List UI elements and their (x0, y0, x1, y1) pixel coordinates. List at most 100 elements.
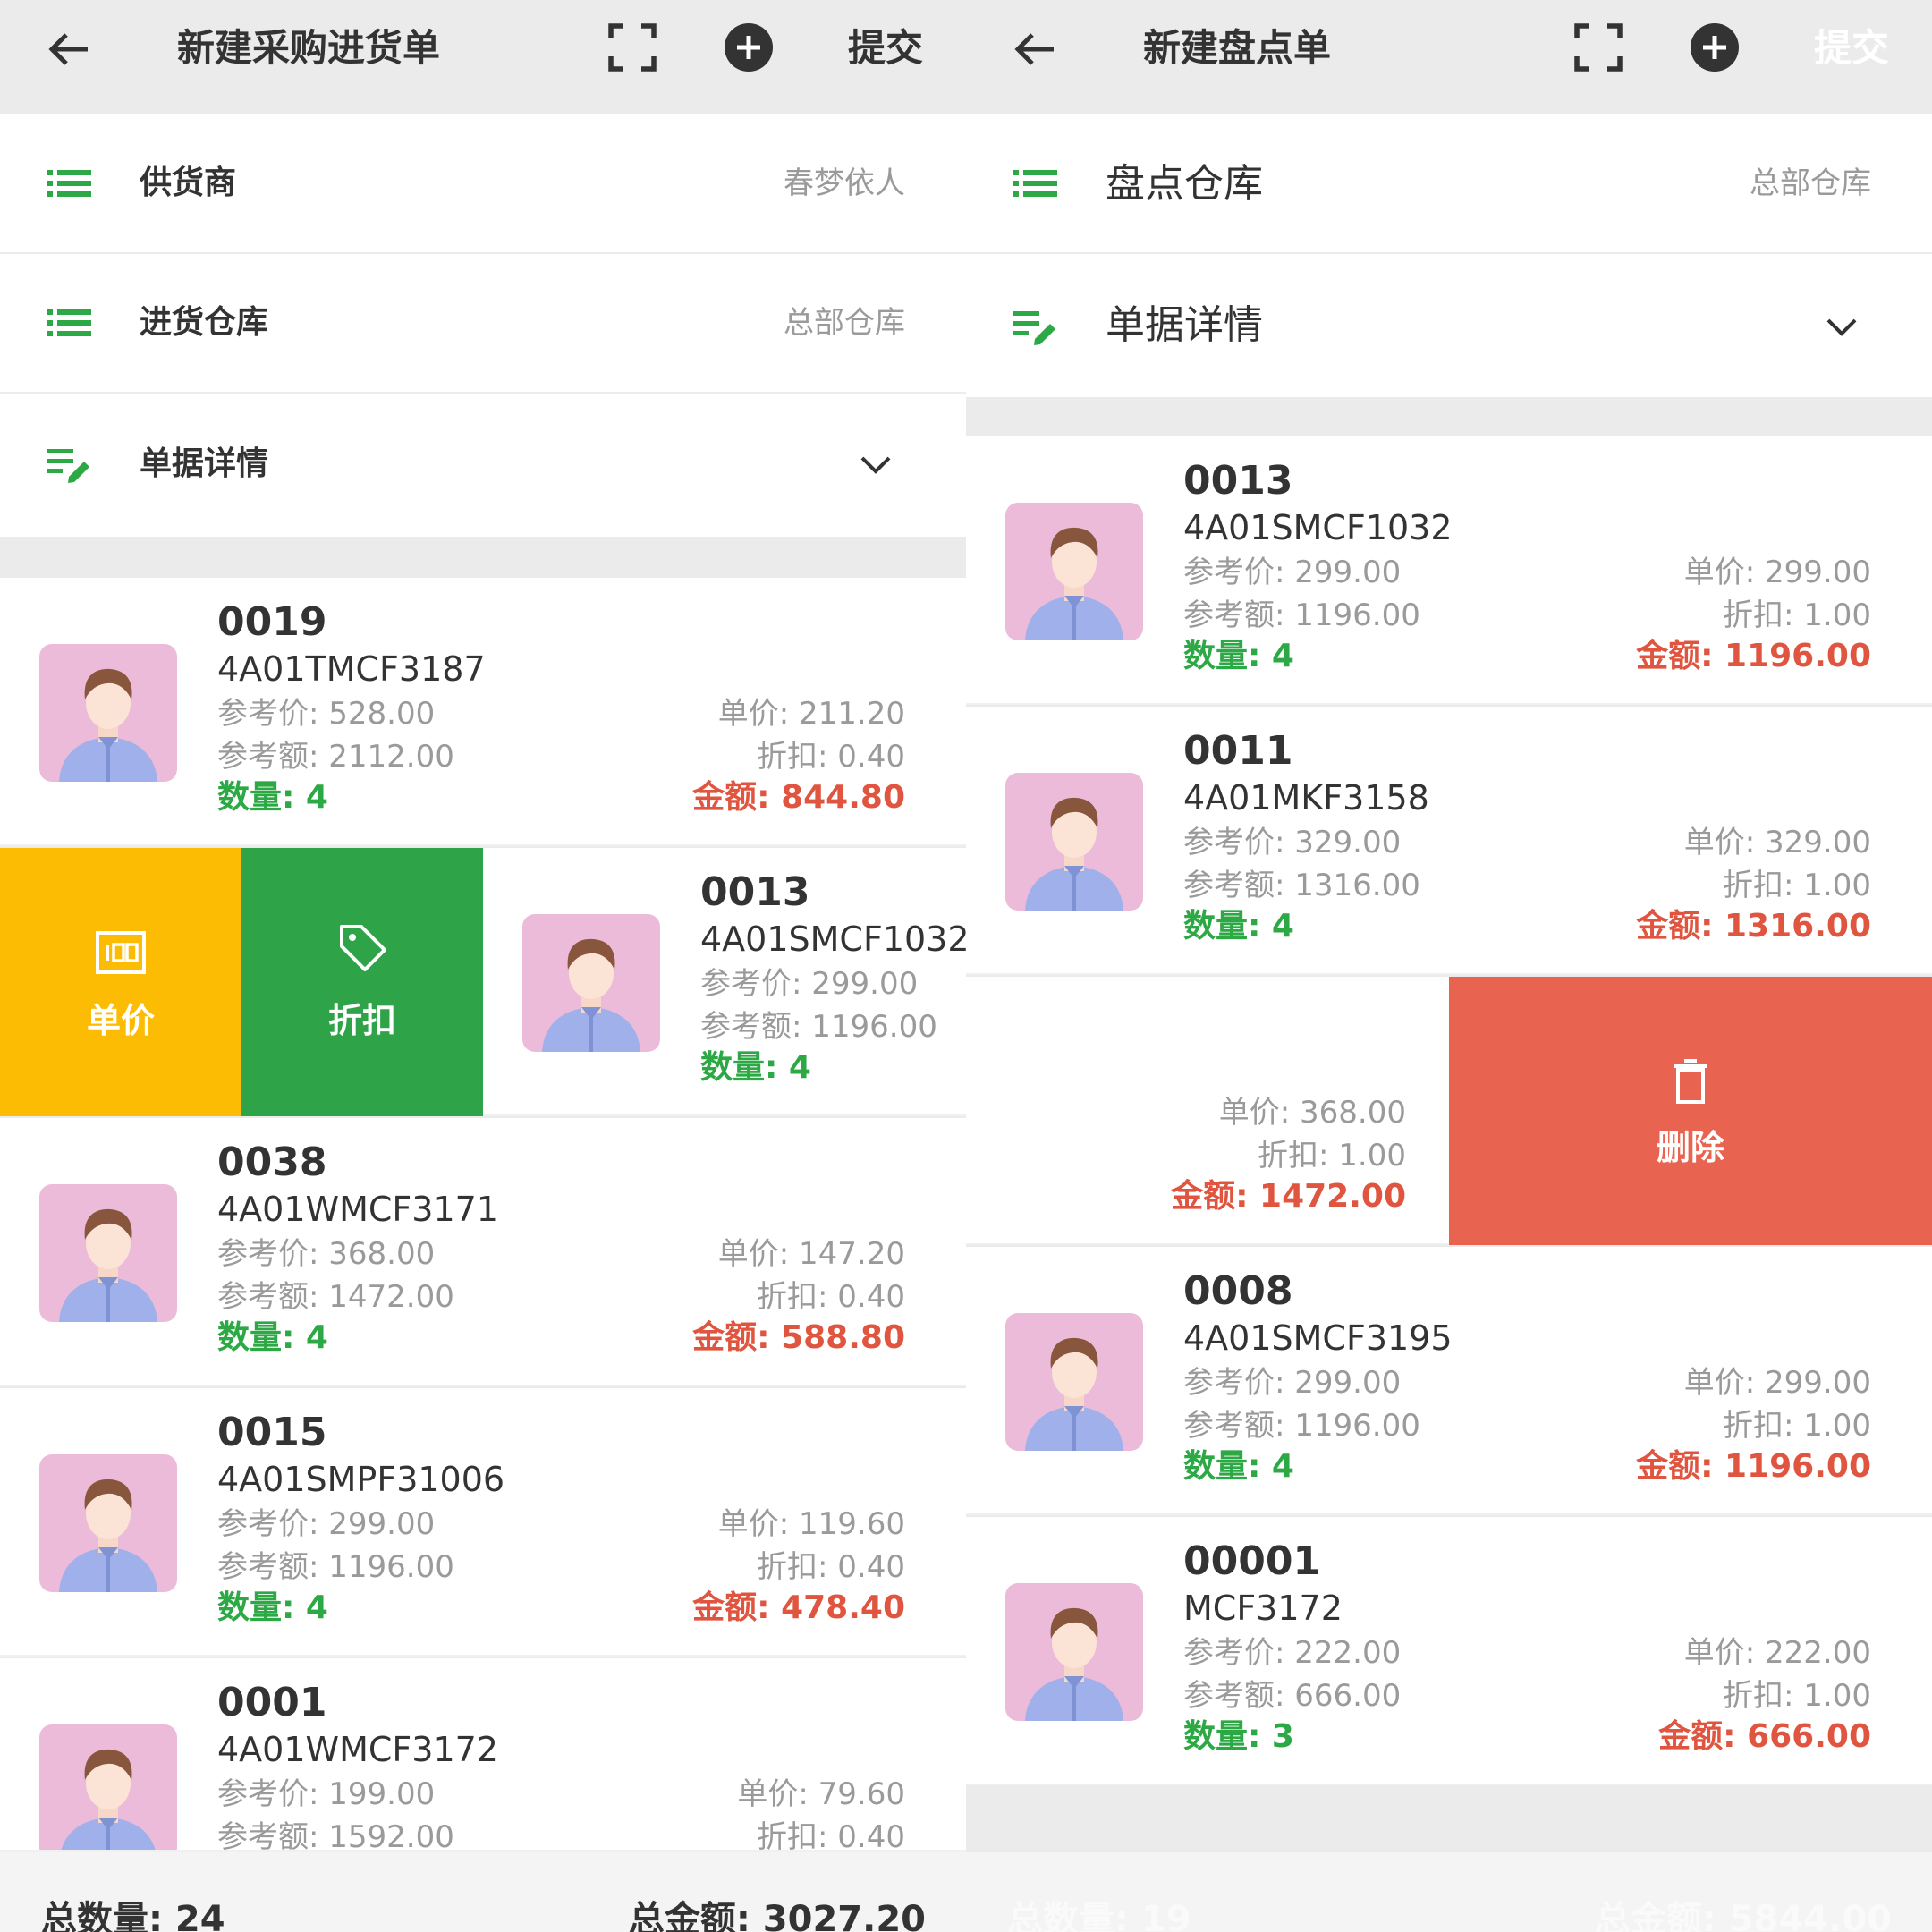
price-tag-100-icon (96, 931, 146, 974)
item-code: 0015 (217, 1410, 327, 1455)
list-item[interactable]: 0013 4A01SMCF1032 参考价: 299.00 参考额: 1196.… (966, 436, 1932, 705)
item-model: 4A01WMCF3171 (217, 1190, 498, 1229)
details-row[interactable]: 单据详情 (966, 254, 1932, 397)
list-item[interactable]: 0011 4A01MKF3158 参考价: 329.00 参考额: 1316.0… (966, 707, 1932, 975)
item-code: 0001 (217, 1680, 327, 1725)
total-amount: 总金额: 3027.20 (628, 1899, 926, 1932)
product-avatar (39, 1184, 177, 1322)
list-item[interactable]: 0001 4A01WMCF3172 参考价: 199.00 参考额: 1592.… (0, 1658, 966, 1852)
item-code: 0011 (1183, 728, 1293, 774)
summary-footer: 总数量: 24 总金额: 3027.20 (0, 1852, 966, 1932)
delete-action-button[interactable]: 删除 (1449, 977, 1932, 1245)
purchase-order-screen: 新建采购进货单 提交 供货商 春梦依人 进货仓库 总部仓库 单据详情 0019 … (0, 0, 966, 1932)
list-icon (1011, 159, 1059, 208)
discount: 折扣: 1.00 (1723, 868, 1871, 903)
quantity: 数量: 4 (217, 1319, 328, 1356)
unit-price: 单价: 119.60 (717, 1506, 905, 1542)
unit-price: 单价: 79.60 (737, 1776, 905, 1812)
product-avatar (522, 914, 660, 1052)
stocktake-warehouse-row[interactable]: 盘点仓库 总部仓库 (966, 114, 1932, 254)
total-quantity: 总数量: 19 (1007, 1899, 1191, 1932)
delete-action-label: 删除 (1656, 1128, 1724, 1167)
item-code: 0019 (217, 599, 327, 645)
unit-price-action-label: 单价 (86, 1001, 155, 1040)
warehouse-value: 总部仓库 (1750, 165, 1871, 201)
item-code: 0008 (1183, 1268, 1293, 1314)
list-item[interactable]: 0008 4A01SMCF3195 参考价: 299.00 参考额: 1196.… (966, 1247, 1932, 1515)
edit-list-icon (45, 440, 93, 488)
details-label: 单据详情 (140, 445, 269, 482)
item-model: 4A01SMCF1032 (700, 919, 966, 959)
add-circle-icon[interactable] (723, 21, 775, 73)
discount-action-button[interactable]: 折扣 (242, 848, 483, 1116)
submit-button[interactable]: 提交 (848, 23, 923, 73)
scan-icon[interactable] (608, 23, 657, 72)
ref-amount: 参考额: 1316.00 (1183, 868, 1420, 903)
ref-price: 参考价: 222.00 (1183, 1635, 1402, 1671)
page-title: 新建盘点单 (1143, 26, 1332, 70)
ref-amount: 参考额: 1196.00 (1183, 1408, 1420, 1444)
discount: 折扣: 0.40 (757, 1819, 905, 1852)
list-item[interactable]: 0015 4A01SMPF31006 参考价: 299.00 参考额: 1196… (0, 1388, 966, 1657)
ref-price: 参考价: 329.00 (1183, 825, 1402, 860)
ref-price: 参考价: 368.00 (217, 1236, 436, 1272)
list-item[interactable]: 0019 4A01TMCF3187 参考价: 528.00 参考额: 2112.… (0, 578, 966, 846)
chevron-down-icon[interactable] (857, 445, 894, 483)
top-bar: 新建盘点单 提交 (966, 0, 1932, 114)
quantity: 数量: 4 (1183, 1448, 1294, 1485)
ref-amount: 参考额: 1592.00 (217, 1819, 454, 1852)
ref-amount: 参考额: 1196.00 (700, 1009, 937, 1045)
edit-list-icon (1011, 302, 1059, 351)
item-model: 4A01SMCF3195 (1183, 1318, 1453, 1358)
total-quantity: 总数量: 24 (41, 1899, 225, 1932)
warehouse-value: 总部仓库 (784, 305, 905, 341)
list-item[interactable]: 00001 MCF3172 参考价: 222.00 参考额: 666.00 数量… (966, 1517, 1932, 1785)
amount: 金额: 588.80 (692, 1319, 905, 1356)
supplier-row[interactable]: 供货商 春梦依人 (0, 114, 966, 254)
unit-price: 单价: 299.00 (1683, 555, 1871, 590)
amount: 金额: 844.80 (692, 779, 905, 816)
amount: 金额: 1196.00 (1636, 638, 1871, 674)
list-item-swiped[interactable]: 单价: 368.00 折扣: 1.00 金额: 1472.00 删除 (966, 977, 1932, 1245)
details-label: 单据详情 (1106, 302, 1263, 348)
discount-action-label: 折扣 (327, 1001, 396, 1040)
ref-amount: 参考额: 666.00 (1183, 1678, 1402, 1714)
details-row[interactable]: 单据详情 (0, 394, 966, 537)
ref-price: 参考价: 299.00 (1183, 555, 1402, 590)
product-avatar (1005, 1583, 1143, 1721)
list-item-swiped[interactable]: 单价 折扣 0013 4A01SMCF1032 参考价: 299.00 参考额:… (0, 848, 966, 1116)
ref-amount: 参考额: 1196.00 (217, 1549, 454, 1585)
item-code: 0013 (700, 869, 810, 915)
back-arrow-icon[interactable] (47, 27, 91, 72)
warehouse-row[interactable]: 进货仓库 总部仓库 (0, 254, 966, 394)
unit-price: 单价: 368.00 (1218, 1095, 1406, 1131)
ref-amount: 参考额: 1196.00 (1183, 597, 1420, 633)
amount: 金额: 666.00 (1658, 1718, 1871, 1755)
add-circle-icon[interactable] (1689, 21, 1741, 73)
warehouse-label: 进货仓库 (140, 304, 269, 341)
ref-amount: 参考额: 1472.00 (217, 1279, 454, 1315)
list-item[interactable]: 0038 4A01WMCF3171 参考价: 368.00 参考额: 1472.… (0, 1118, 966, 1386)
product-avatar (39, 1454, 177, 1592)
list-icon (45, 159, 93, 208)
unit-price: 单价: 211.20 (717, 696, 905, 732)
amount: 金额: 1316.00 (1636, 908, 1871, 945)
ref-price: 参考价: 299.00 (700, 966, 919, 1002)
unit-price: 单价: 299.00 (1683, 1365, 1871, 1401)
quantity: 数量: 4 (217, 1589, 328, 1626)
unit-price: 单价: 329.00 (1683, 825, 1871, 860)
item-code: 0013 (1183, 458, 1293, 504)
chevron-down-icon[interactable] (1823, 308, 1860, 345)
supplier-value: 春梦依人 (784, 165, 905, 201)
back-arrow-icon[interactable] (1013, 27, 1057, 72)
discount: 折扣: 0.40 (757, 739, 905, 775)
top-bar: 新建采购进货单 提交 (0, 0, 966, 114)
submit-button[interactable]: 提交 (1814, 23, 1889, 73)
ref-price: 参考价: 299.00 (1183, 1365, 1402, 1401)
unit-price-action-button[interactable]: 单价 (0, 848, 242, 1116)
warehouse-label: 盘点仓库 (1106, 161, 1263, 207)
amount: 金额: 1472.00 (1171, 1178, 1406, 1215)
item-model: 4A01SMPF31006 (217, 1460, 505, 1499)
scan-icon[interactable] (1574, 23, 1623, 72)
quantity: 数量: 4 (700, 1049, 811, 1086)
